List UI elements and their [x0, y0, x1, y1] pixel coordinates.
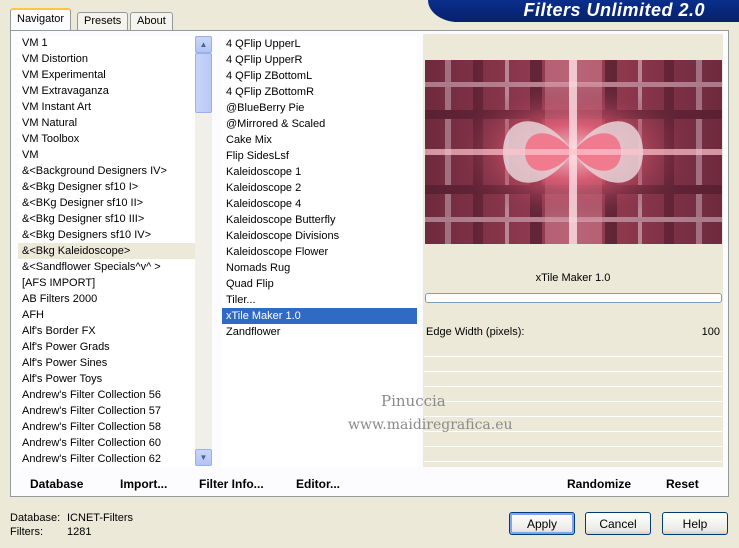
category-item[interactable]: &<Bkg Kaleidoscope> — [18, 243, 195, 259]
tab-about[interactable]: About — [130, 12, 173, 31]
category-item[interactable]: VM Distortion — [18, 51, 195, 67]
category-item[interactable]: &<Sandflower Specials^v^ > — [18, 259, 195, 275]
category-item[interactable]: VM Natural — [18, 115, 195, 131]
category-item[interactable]: Andrew's Filter Collection 57 — [18, 403, 195, 419]
filter-item[interactable]: @Mirrored & Scaled — [222, 116, 417, 132]
filter-item[interactable]: Kaleidoscope Flower — [222, 244, 417, 260]
category-item[interactable]: VM Extravaganza — [18, 83, 195, 99]
filters-label: Filters: — [10, 526, 43, 538]
category-item[interactable]: &<Bkg Designers sf10 IV> — [18, 227, 195, 243]
param-edge-width[interactable]: Edge Width (pixels): 100 — [424, 324, 722, 342]
app-banner: Filters Unlimited 2.0 — [428, 0, 739, 22]
filter-item[interactable]: Kaleidoscope 4 — [222, 196, 417, 212]
filter-item[interactable]: 4 QFlip ZBottomR — [222, 84, 417, 100]
filter-item[interactable]: Zandflower — [222, 324, 417, 340]
category-item[interactable]: AB Filters 2000 — [18, 291, 195, 307]
filter-item[interactable]: Kaleidoscope Divisions — [222, 228, 417, 244]
filter-item[interactable]: 4 QFlip UpperR — [222, 52, 417, 68]
filter-item[interactable]: 4 QFlip ZBottomL — [222, 68, 417, 84]
database-label: Database: — [10, 512, 61, 524]
category-item[interactable]: VM 1 — [18, 36, 195, 51]
filter-item[interactable]: @BlueBerry Pie — [222, 100, 417, 116]
category-item[interactable]: AFH — [18, 307, 195, 323]
category-item[interactable]: Alf's Power Toys — [18, 371, 195, 387]
category-item[interactable]: VM Toolbox — [18, 131, 195, 147]
param-empty-rows — [424, 342, 722, 466]
import-button[interactable]: Import... — [120, 477, 167, 491]
category-item[interactable]: Alf's Power Grads — [18, 339, 195, 355]
randomize-button[interactable]: Randomize — [567, 477, 631, 491]
category-item[interactable]: &<BKg Designer sf10 II> — [18, 195, 195, 211]
apply-button[interactable]: Apply — [509, 512, 575, 535]
category-item[interactable]: &<Bkg Designer sf10 I> — [18, 179, 195, 195]
selected-filter-title: xTile Maker 1.0 — [535, 272, 611, 284]
filter-item[interactable]: xTile Maker 1.0 — [222, 308, 417, 324]
database-info: Database: ICNET-Filters — [10, 512, 133, 524]
database-button[interactable]: Database — [30, 477, 83, 491]
watermark-name: Pinuccia — [381, 392, 446, 410]
help-button[interactable]: Help — [662, 512, 728, 535]
filter-info-button[interactable]: Filter Info... — [199, 477, 264, 491]
category-item[interactable]: Andrew's Filter Collection 62 — [18, 451, 195, 467]
tab-presets[interactable]: Presets — [77, 12, 129, 31]
app-title: Filters Unlimited 2.0 — [523, 0, 705, 20]
scroll-thumb[interactable] — [195, 53, 212, 113]
filter-item[interactable]: Quad Flip — [222, 276, 417, 292]
filters-count: 1281 — [67, 526, 92, 538]
filter-item[interactable]: Cake Mix — [222, 132, 417, 148]
watermark-url: www.maidiregrafica.eu — [348, 417, 513, 433]
category-item[interactable]: &<Background Designers IV> — [18, 163, 195, 179]
preview-image — [425, 60, 722, 244]
category-item[interactable]: VM Experimental — [18, 67, 195, 83]
filter-item[interactable]: Tiler... — [222, 292, 417, 308]
filter-item[interactable]: Flip SidesLsf — [222, 148, 417, 164]
scroll-down-button[interactable]: ▼ — [195, 449, 212, 466]
category-item[interactable]: VM — [18, 147, 195, 163]
kaleidoscope-preview — [425, 60, 722, 244]
scroll-up-button[interactable]: ▲ — [195, 36, 212, 53]
category-item[interactable]: VM Instant Art — [18, 99, 195, 115]
filter-item[interactable]: Kaleidoscope Butterfly — [222, 212, 417, 228]
cancel-button[interactable]: Cancel — [585, 512, 651, 535]
param-label: Edge Width (pixels): — [426, 326, 525, 338]
param-value: 100 — [701, 326, 720, 338]
filter-item[interactable]: Kaleidoscope 1 — [222, 164, 417, 180]
filter-item[interactable]: Kaleidoscope 2 — [222, 180, 417, 196]
filter-item[interactable]: 4 QFlip UpperL — [222, 36, 417, 52]
progress-bar — [425, 293, 722, 303]
category-item[interactable]: Andrew's Filter Collection 58 — [18, 419, 195, 435]
category-item[interactable]: [AFS IMPORT] — [18, 275, 195, 291]
editor-button[interactable]: Editor... — [296, 477, 340, 491]
category-item[interactable]: Alf's Border FX — [18, 323, 195, 339]
category-item[interactable]: Andrew's Filter Collection 60 — [18, 435, 195, 451]
database-value: ICNET-Filters — [67, 512, 133, 524]
category-item[interactable]: Alf's Power Sines — [18, 355, 195, 371]
filters-info: Filters: 1281 — [10, 526, 91, 538]
tab-navigator[interactable]: Navigator — [10, 8, 72, 31]
category-list[interactable]: VM 1 VM Distortion VM Experimental VM Extra… — [18, 36, 195, 467]
filter-item[interactable]: Nomads Rug — [222, 260, 417, 276]
reset-button[interactable]: Reset — [666, 477, 699, 491]
category-item[interactable]: &<Bkg Designer sf10 III> — [18, 211, 195, 227]
category-scrollbar[interactable]: ▲ ▼ — [195, 36, 212, 466]
category-item[interactable]: Andrew's Filter Collection 56 — [18, 387, 195, 403]
